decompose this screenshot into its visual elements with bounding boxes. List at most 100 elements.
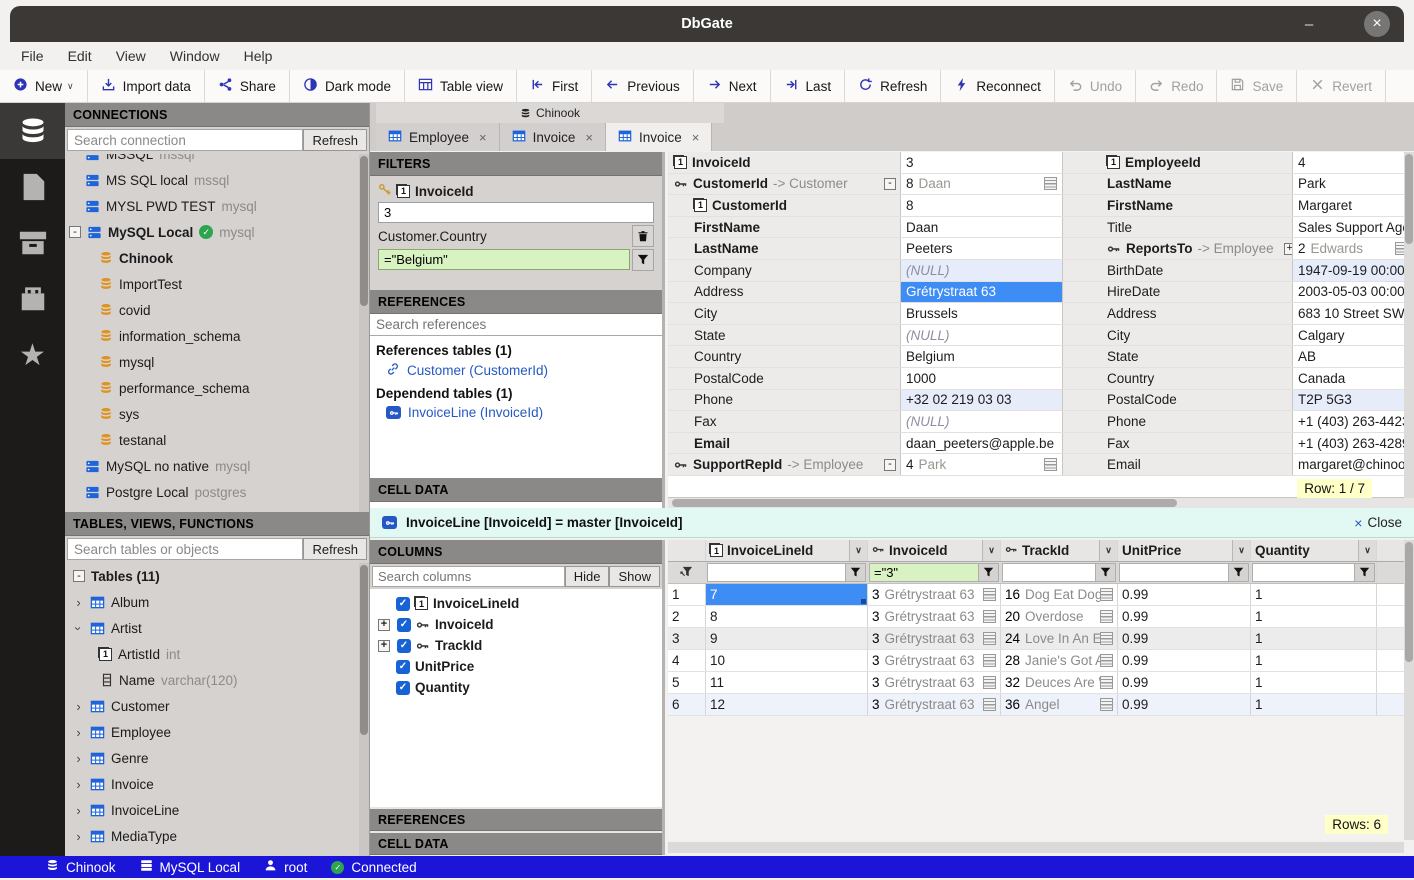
form-row[interactable]: 1 LastName Park	[1063, 174, 1414, 196]
invoicelineid-cell[interactable]: 11	[706, 672, 868, 693]
field-value-cell[interactable]: (NULL)	[901, 260, 1063, 281]
import-data-button[interactable]: Import data	[88, 70, 205, 102]
field-value-cell[interactable]: daan_peeters@apple.be	[901, 433, 1063, 454]
field-value-cell[interactable]: 683 10 Street SW	[1293, 303, 1414, 324]
field-label-cell[interactable]: 1 Email	[668, 433, 901, 454]
funnel-icon[interactable]	[846, 563, 866, 582]
grid-vertical-scrollbar[interactable]	[1404, 540, 1414, 840]
form-row[interactable]: 1 Country Belgium	[668, 346, 1063, 368]
filter-funnel-icon[interactable]	[632, 249, 654, 271]
chevron-icon[interactable]: ›	[73, 595, 84, 610]
field-value-cell[interactable]: 4	[1293, 152, 1414, 173]
form-row[interactable]: 1 EmployeeId 4	[1063, 152, 1414, 174]
field-label-cell[interactable]: 1 CustomerId	[668, 195, 901, 216]
table-tab[interactable]: Invoice ×	[606, 123, 712, 151]
hide-columns-button[interactable]: Hide	[565, 566, 610, 587]
column-checkbox-item[interactable]: + ✓ 1 TrackId	[374, 635, 658, 656]
chevron-icon[interactable]: ›	[73, 777, 84, 792]
funnel-icon[interactable]	[1355, 563, 1375, 582]
form-row[interactable]: 1 State (NULL)	[668, 325, 1063, 347]
table-item[interactable]: › 1 Album	[65, 589, 359, 615]
dark-mode-button[interactable]: Dark mode	[290, 70, 405, 102]
country-filter-input[interactable]	[378, 249, 630, 270]
references-header[interactable]: REFERENCES	[370, 290, 662, 314]
connections-nav-icon[interactable]	[0, 103, 65, 159]
column-checkbox-item[interactable]: ✓ 1 Quantity	[374, 677, 658, 698]
row-number-cell[interactable]: 4	[668, 650, 706, 671]
field-value-cell[interactable]: Brussels	[901, 303, 1063, 324]
field-label-cell[interactable]: 1 PostalCode	[1063, 390, 1293, 411]
row-number-cell[interactable]: 1	[668, 584, 706, 605]
field-value-cell[interactable]: AB	[1293, 346, 1414, 367]
field-value-cell[interactable]: 4Park	[901, 454, 1063, 475]
table-item[interactable]: › 1 Artist	[65, 615, 359, 641]
files-nav-icon[interactable]	[0, 159, 65, 215]
invoiceid-filter-input[interactable]	[378, 202, 654, 223]
chevron-icon[interactable]: ›	[71, 623, 86, 634]
detail-icon[interactable]	[983, 632, 996, 645]
form-row[interactable]: 1 Title Sales Support Agent	[1063, 217, 1414, 239]
refresh-button[interactable]: Refresh	[845, 70, 941, 102]
form-row[interactable]: 1 Email daan_peeters@apple.be	[668, 433, 1063, 455]
filter-input-invoicelineid[interactable]	[707, 563, 846, 582]
reference-link-customer[interactable]: Customer (CustomerId)	[386, 362, 656, 379]
field-value-cell[interactable]: Calgary	[1293, 325, 1414, 346]
field-label-cell[interactable]: 1 EmployeeId	[1063, 152, 1293, 173]
invoicelineid-cell[interactable]: 7	[706, 584, 868, 605]
form-row[interactable]: 1 FirstName Daan	[668, 217, 1063, 239]
funnel-icon[interactable]	[1229, 563, 1249, 582]
filter-input-invoiceid[interactable]	[869, 563, 979, 582]
form-row[interactable]: 1 PostalCode T2P 5G3	[1063, 390, 1414, 412]
quantity-cell[interactable]: 1	[1251, 672, 1377, 693]
detail-icon[interactable]	[1100, 676, 1113, 689]
next-button[interactable]: Next	[694, 70, 771, 102]
form-row[interactable]: 1 BirthDate 1947-09-19 00:00:00	[1063, 260, 1414, 282]
status-database[interactable]: Chinook	[46, 859, 116, 875]
form-row[interactable]: 1 City Brussels	[668, 303, 1063, 325]
quantity-cell[interactable]: 1	[1251, 606, 1377, 627]
field-value-cell[interactable]: 1000	[901, 368, 1063, 389]
save-button[interactable]: Save	[1217, 70, 1297, 102]
funnel-icon[interactable]	[979, 563, 999, 582]
field-label-cell[interactable]: 1 FirstName	[1063, 195, 1293, 216]
form-row[interactable]: 1 Address 683 10 Street SW	[1063, 303, 1414, 325]
unitprice-cell[interactable]: 0.99	[1118, 672, 1251, 693]
favorites-nav-icon[interactable]: ★	[0, 327, 65, 383]
field-label-cell[interactable]: 1 Phone	[668, 390, 901, 411]
table-item[interactable]: › 1 InvoiceLine	[65, 797, 359, 823]
filter-input-trackid[interactable]	[1002, 563, 1096, 582]
field-value-cell[interactable]: 8	[901, 195, 1063, 216]
row-number-cell[interactable]: 3	[668, 628, 706, 649]
connection-item[interactable]: mysql ✓	[65, 349, 359, 375]
form-row[interactable]: 1 Phone +32 02 219 03 03	[668, 390, 1063, 412]
expander-icon[interactable]: +	[378, 619, 390, 631]
column-checkbox-item[interactable]: ✓ 1 InvoiceLineId	[374, 593, 658, 614]
invoicelineid-cell[interactable]: 8	[706, 606, 868, 627]
detail-icon[interactable]	[1044, 177, 1057, 190]
field-value-cell[interactable]: 2Edwards	[1293, 238, 1414, 259]
trackid-cell[interactable]: 20Overdose	[1001, 606, 1118, 627]
menu-edit[interactable]: Edit	[57, 45, 103, 67]
quantity-cell[interactable]: 1	[1251, 694, 1377, 715]
chevron-icon[interactable]: ›	[73, 699, 84, 714]
field-value-cell[interactable]: Canada	[1293, 368, 1414, 389]
form-row[interactable]: 1 InvoiceId 3	[668, 152, 1063, 174]
search-tables-input[interactable]	[67, 538, 303, 560]
field-value-cell[interactable]: 2003-05-03 00:00:00	[1293, 282, 1414, 303]
invoicelineid-cell[interactable]: 10	[706, 650, 868, 671]
search-columns-input[interactable]	[372, 566, 565, 587]
connection-item[interactable]: MS SQL local ✓ mssql	[65, 167, 359, 193]
detail-icon[interactable]	[983, 588, 996, 601]
invoiceid-cell[interactable]: 3Grétrystraat 63	[868, 628, 1001, 649]
columns-header[interactable]: COLUMNS	[370, 540, 662, 564]
field-label-cell[interactable]: 1 State	[1063, 346, 1293, 367]
column-header-trackid[interactable]: TrackId ∨	[1001, 540, 1118, 561]
column-menu-icon[interactable]: ∨	[1232, 540, 1250, 561]
field-value-cell[interactable]: margaret@chinookcorp.com	[1293, 454, 1414, 475]
field-label-cell[interactable]: 1 Fax	[668, 411, 901, 432]
unitprice-cell[interactable]: 0.99	[1118, 694, 1251, 715]
menu-window[interactable]: Window	[159, 45, 231, 67]
connection-item[interactable]: Chinook ✓	[65, 245, 359, 271]
row-number-cell[interactable]: 6	[668, 694, 706, 715]
quantity-cell[interactable]: 1	[1251, 628, 1377, 649]
